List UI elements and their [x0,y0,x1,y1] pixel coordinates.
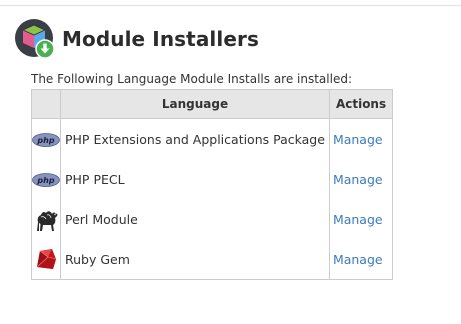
manage-link[interactable]: Manage [333,172,383,187]
table-row: php PHP Extensions and Applications Pack… [31,118,394,159]
language-name: PHP PECL [60,159,330,199]
icon-cell: php [31,118,61,159]
module-installers-icon [14,18,56,60]
action-cell: Manage [328,239,394,280]
module-installs-table: Language Actions php PHP Extensions and … [31,89,394,280]
icon-cell [31,239,61,280]
manage-link[interactable]: Manage [333,252,383,267]
language-column-header: Language [60,89,330,119]
intro-text: The Following Language Module Installs a… [31,72,352,86]
action-cell: Manage [328,199,394,239]
perl-camel-icon [33,204,59,234]
action-cell: Manage [328,118,394,159]
php-icon-text: php [36,136,54,145]
icon-column-header [31,89,61,119]
table-row: Ruby Gem Manage [31,239,394,280]
ruby-gem-icon [34,247,58,271]
top-border [0,0,461,6]
actions-column-header: Actions [328,89,394,119]
language-name: PHP Extensions and Applications Package [60,118,330,159]
php-icon: php [32,172,60,187]
page-header: Module Installers [14,18,259,60]
language-name: Perl Module [60,199,330,239]
manage-link[interactable]: Manage [333,132,383,147]
icon-cell [31,199,61,239]
page-title: Module Installers [62,27,259,51]
action-cell: Manage [328,159,394,199]
php-icon: php [32,132,60,147]
table-header-row: Language Actions [31,89,394,119]
icon-cell: php [31,159,61,199]
table-row: Perl Module Manage [31,199,394,239]
language-name: Ruby Gem [60,239,330,280]
manage-link[interactable]: Manage [333,212,383,227]
table-row: php PHP PECL Manage [31,159,394,199]
php-icon-text: php [36,176,54,185]
